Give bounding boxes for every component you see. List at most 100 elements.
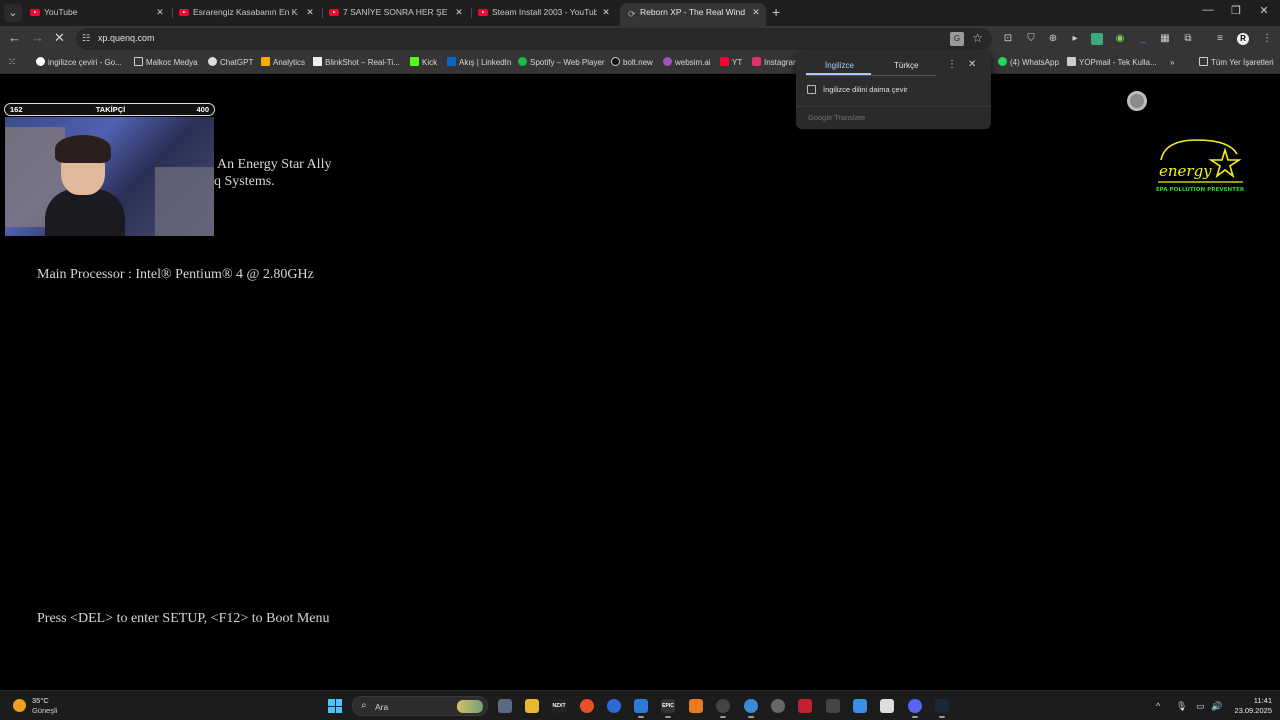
task-view-icon[interactable] <box>498 699 512 713</box>
notepad-icon[interactable] <box>853 699 867 713</box>
yopmail-icon <box>1067 57 1076 66</box>
tab-close-icon[interactable]: ✕ <box>453 3 465 22</box>
weather-description[interactable]: Güneşli <box>32 706 57 715</box>
chrome-icon[interactable] <box>744 699 758 718</box>
settings-gear-icon[interactable] <box>771 699 785 713</box>
bookmark-item[interactable]: Instagram <box>752 57 800 68</box>
youtube-icon <box>478 9 488 16</box>
taskbar-search[interactable]: ⌕ Ara <box>352 696 488 716</box>
bookmark-item[interactable]: BlinkShot – Real-Ti... <box>313 57 400 68</box>
minimize-button[interactable]: — <box>1194 4 1222 16</box>
tab-strip: ⌄ YouTube ✕ Esrarengiz Kasabanın En Kara… <box>0 0 1280 26</box>
green-extension-icon[interactable] <box>1091 33 1103 45</box>
site-info-icon[interactable]: ☷ <box>82 33 90 44</box>
download-extension-icon[interactable]: ⊕ <box>1047 33 1059 45</box>
youtube-icon <box>179 9 189 16</box>
bookmark-folder[interactable]: Malkoc Medya <box>134 57 198 68</box>
more-bookmarks-button[interactable]: » <box>1170 57 1174 68</box>
search-placeholder: Ara <box>375 702 389 712</box>
always-translate-checkbox[interactable] <box>807 85 816 94</box>
tab-close-icon[interactable]: ✕ <box>154 3 166 22</box>
shield-extension-icon[interactable]: ⛉ <box>1025 33 1037 45</box>
meter-app-icon[interactable] <box>798 699 812 713</box>
spotify-icon <box>518 57 527 66</box>
media-control-icon[interactable]: ≡ <box>1214 33 1226 45</box>
url-text[interactable]: xp.quenq.com <box>98 33 155 43</box>
tab-search-icon[interactable]: ⌄ <box>4 4 22 22</box>
tab-7-saniye[interactable]: 7 SANİYE SONRA HER ŞEYİ UNU ✕ <box>329 3 465 26</box>
target-language-tab[interactable]: Türkçe <box>894 61 918 70</box>
selected-tab-indicator <box>806 73 871 75</box>
red-app-icon[interactable] <box>580 699 594 713</box>
vscode-icon[interactable] <box>634 699 648 718</box>
firefox-icon[interactable] <box>607 699 621 713</box>
tab-youtube[interactable]: YouTube ✕ <box>30 3 166 26</box>
network-icon[interactable]: ▭ <box>1196 700 1205 712</box>
bookmark-item[interactable]: Kick <box>410 57 437 68</box>
close-window-button[interactable]: ✕ <box>1250 4 1278 17</box>
nzxt-icon[interactable]: NZXT <box>552 699 566 713</box>
start-windows-icon[interactable] <box>328 699 342 713</box>
close-icon[interactable]: ✕ <box>968 59 976 70</box>
new-tab-button[interactable]: + <box>772 5 780 19</box>
tab-reborn-xp[interactable]: ⟳ Reborn XP - The Real Windows ✕ <box>620 3 766 26</box>
bookmark-item[interactable]: Spotify – Web Player <box>518 57 605 68</box>
always-translate-label: İngilizce dilini daima çevir <box>823 85 908 94</box>
tab-close-icon[interactable]: ✕ <box>304 3 316 22</box>
bookmark-item[interactable]: ingilizce çeviri - Go... <box>36 57 122 68</box>
tab-close-icon[interactable]: ✕ <box>750 3 762 22</box>
file-explorer-icon[interactable] <box>525 699 539 713</box>
address-bar[interactable]: ☷ xp.quenq.com G ☆ <box>76 28 992 50</box>
blinkshot-icon <box>313 57 322 66</box>
bookmark-item[interactable]: (4) WhatsApp <box>998 57 1059 68</box>
tray-overflow-icon[interactable]: ^ <box>1156 700 1160 712</box>
tab-title: YouTube <box>44 7 78 17</box>
obs-icon[interactable] <box>716 699 730 718</box>
tab-steam-install[interactable]: Steam Install 2003 - YouTube ✕ <box>478 3 612 26</box>
play-extension-icon[interactable]: ▸ <box>1069 33 1081 45</box>
discord-icon[interactable] <box>908 699 922 718</box>
chrome-menu-icon[interactable]: ⋮ <box>1261 33 1273 45</box>
clock-date[interactable]: 23.09.2025 <box>1230 706 1272 715</box>
blue-extension-icon[interactable]: _ <box>1137 33 1149 45</box>
bookmark-item[interactable]: Analytics <box>261 57 305 68</box>
all-bookmarks-folder[interactable]: Tüm Yer İşaretleri <box>1199 57 1274 68</box>
profile-avatar[interactable]: R <box>1237 33 1249 45</box>
back-button[interactable]: ← <box>8 31 21 45</box>
network-app-icon[interactable] <box>826 699 840 713</box>
tab-close-icon[interactable]: ✕ <box>600 3 612 22</box>
bookmark-star-icon[interactable]: ☆ <box>972 31 983 45</box>
orange-app-icon[interactable] <box>689 699 703 713</box>
bookmark-item[interactable]: websim.ai <box>663 57 711 68</box>
translate-icon[interactable]: G <box>950 32 964 46</box>
bookmark-item[interactable]: bolt.new <box>611 57 653 68</box>
clock-time[interactable]: 11:41 <box>1250 696 1272 705</box>
epic-games-icon[interactable]: EPIC <box>661 699 675 718</box>
source-language-tab[interactable]: İngilizce <box>825 61 854 70</box>
tab-groups-icon[interactable]: ▦ <box>1159 33 1171 45</box>
grammar-extension-icon[interactable]: ◉ <box>1114 33 1126 45</box>
volume-icon[interactable]: 🔊 <box>1211 700 1222 712</box>
sun-icon[interactable] <box>13 699 26 712</box>
bookmark-item[interactable]: ChatGPT <box>208 57 253 68</box>
websim-icon <box>663 57 672 66</box>
microphone-icon[interactable]: 🎙 <box>1176 700 1187 712</box>
bookmark-item[interactable]: YT <box>720 57 742 68</box>
tab-title: Reborn XP - The Real Windows <box>640 7 745 17</box>
tab-esrarengiz[interactable]: Esrarengiz Kasabanın En Karanl ✕ <box>179 3 316 26</box>
epa-caption: EPA POLLUTION PREVENTER <box>1156 187 1245 193</box>
more-options-icon[interactable]: ⋮ <box>947 59 957 70</box>
weather-temperature[interactable]: 35°C <box>32 696 49 705</box>
extensions-puzzle-icon[interactable]: ⧉ <box>1182 33 1194 45</box>
bookmark-item[interactable]: Akış | LinkedIn <box>447 57 511 68</box>
search-highlight-image <box>457 700 483 713</box>
bookmark-item[interactable]: YOPmail - Tek Kulla... <box>1067 57 1157 68</box>
stop-loading-button[interactable]: ✕ <box>54 31 65 45</box>
snipping-tool-icon[interactable] <box>880 699 894 713</box>
loading-spinner-icon <box>1127 91 1147 111</box>
screenshot-extension-icon[interactable]: ⊡ <box>1002 33 1014 45</box>
apps-grid-icon[interactable]: ⁙ <box>6 57 18 69</box>
maximize-button[interactable]: ❐ <box>1222 4 1250 17</box>
forward-button[interactable]: → <box>31 31 44 45</box>
steam-icon[interactable] <box>935 699 949 718</box>
